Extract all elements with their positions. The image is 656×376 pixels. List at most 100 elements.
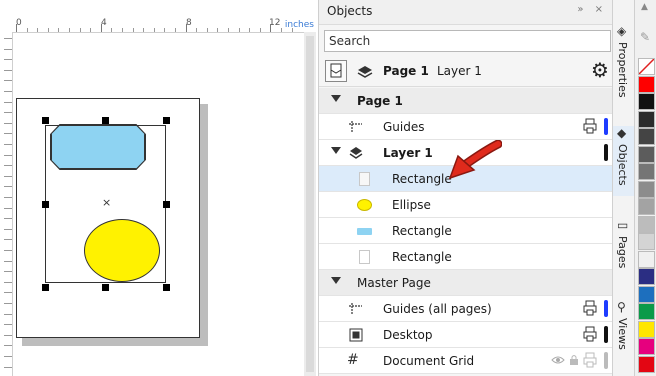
tree-row-layer[interactable]: Guides: [319, 114, 613, 140]
tree-row-page[interactable]: Master Page: [319, 270, 613, 296]
print-icon[interactable]: [583, 300, 597, 316]
ruler-tick: [217, 28, 219, 32]
docker-window-buttons[interactable]: » ×: [577, 4, 607, 15]
color-swatch[interactable]: [638, 58, 655, 75]
layer-color-bar: [604, 144, 608, 161]
ruler-tick: [249, 28, 251, 32]
tab-label: Pages: [616, 236, 629, 269]
canvas-vertical-scrollbar[interactable]: [304, 32, 316, 376]
guides-icon: [349, 303, 362, 315]
eyedropper-icon[interactable]: ✎: [640, 30, 650, 44]
ellipse-thumbnail-icon: [357, 199, 372, 211]
tree-row-layer[interactable]: Guides (all pages): [319, 296, 613, 322]
color-swatch[interactable]: [638, 233, 655, 250]
ruler-tick: [4, 69, 12, 71]
layers-icon: [349, 147, 363, 159]
horizontal-ruler[interactable]: 0 4 8 12 inches: [0, 0, 316, 33]
current-layer-label[interactable]: Layer 1: [437, 64, 482, 78]
color-swatch[interactable]: [638, 198, 655, 215]
layers-icon: [357, 66, 373, 78]
color-swatch[interactable]: [638, 303, 655, 320]
tree-row-label: Rectangle: [392, 172, 452, 186]
color-swatch[interactable]: [638, 93, 655, 110]
print-icon[interactable]: [583, 352, 597, 368]
selection-handle[interactable]: [102, 117, 109, 124]
tree-row-layer[interactable]: Desktop: [319, 322, 613, 348]
gear-icon[interactable]: ⚙: [591, 60, 609, 80]
guides-icon: [349, 121, 362, 133]
collapse-arrow-icon[interactable]: [331, 147, 341, 154]
color-swatch[interactable]: [638, 110, 655, 128]
color-swatch[interactable]: [638, 215, 655, 233]
selection-center-marker[interactable]: ×: [102, 197, 111, 208]
tab-pages[interactable]: ▭ Pages: [613, 218, 635, 278]
page-options-button[interactable]: [325, 60, 347, 82]
ruler-tick: [4, 292, 12, 294]
ruler-tick: [259, 28, 261, 32]
tree-row-page[interactable]: Page 1: [319, 88, 613, 114]
docker-title: Objects: [327, 4, 373, 18]
color-swatch[interactable]: [638, 75, 655, 93]
color-swatch[interactable]: [638, 355, 655, 373]
ruler-tick: [16, 24, 17, 32]
scrollbar-thumb[interactable]: [306, 36, 314, 372]
tree-row-label: Document Grid: [383, 354, 475, 368]
ruler-tick: [4, 59, 12, 61]
tab-objects[interactable]: ◆ Objects: [613, 126, 635, 196]
docker-toolbar: Page 1 Layer 1 ⚙: [319, 58, 613, 87]
selection-handle[interactable]: [102, 284, 109, 291]
layer-color-bar: [604, 326, 608, 343]
ruler-tick: [153, 28, 155, 32]
tree-row-object[interactable]: Ellipse: [319, 192, 613, 218]
color-swatch[interactable]: [638, 320, 655, 338]
ruler-tick: [47, 28, 49, 32]
print-icon[interactable]: [583, 118, 597, 134]
tree-row-label: Rectangle: [392, 224, 452, 238]
ruler-unit: inches: [284, 20, 314, 30]
vertical-ruler[interactable]: [0, 32, 13, 376]
color-swatch[interactable]: [638, 268, 655, 285]
ruler-tick: [206, 28, 208, 32]
selection-handle[interactable]: [163, 117, 170, 124]
ruler-tick: [196, 28, 198, 32]
annotation-arrow-icon: [448, 140, 502, 180]
search-input[interactable]: [324, 30, 611, 52]
selection-handle[interactable]: [42, 201, 49, 208]
color-swatch[interactable]: [638, 180, 655, 198]
tree-row-object[interactable]: Rectangle: [319, 244, 613, 270]
layer-color-bar: [604, 118, 608, 135]
collapse-arrow-icon[interactable]: [331, 277, 341, 284]
selection-handle[interactable]: [42, 284, 49, 291]
palette-expand-icon[interactable]: ▲: [641, 2, 648, 12]
ruler-tick: [90, 28, 92, 32]
ruler-tick: [58, 28, 60, 32]
color-swatch[interactable]: [638, 285, 655, 303]
tab-properties[interactable]: ◈ Properties: [613, 24, 635, 104]
tree-row-object[interactable]: Rectangle: [319, 218, 613, 244]
tree-row-layer[interactable]: # Document Grid: [319, 348, 613, 374]
color-swatch[interactable]: [638, 128, 655, 145]
drawing-canvas[interactable]: 0 4 8 12 inches ×: [0, 0, 316, 376]
color-swatch[interactable]: [638, 145, 655, 163]
ruler-tick: [185, 24, 187, 32]
new-page-icon: [330, 63, 342, 78]
tab-views[interactable]: ⚲ Views: [613, 300, 635, 360]
selection-handle[interactable]: [163, 284, 170, 291]
docker-side-tabs: ◈ Properties ◆ Objects ▭ Pages ⚲ Views: [612, 0, 635, 376]
layers-icon: ◆: [617, 126, 627, 140]
current-page-label[interactable]: Page 1: [383, 64, 429, 78]
color-swatch[interactable]: [638, 250, 655, 268]
color-swatch[interactable]: [638, 163, 655, 180]
selection-handle[interactable]: [163, 201, 170, 208]
print-icon[interactable]: [583, 326, 597, 342]
color-swatch[interactable]: [638, 338, 655, 355]
ruler-tick: [26, 28, 28, 32]
ruler-tick: [4, 133, 12, 135]
tree-row-label: Ellipse: [392, 198, 431, 212]
lock-icon[interactable]: [569, 354, 579, 366]
tree-row-label: Desktop: [383, 328, 433, 342]
selection-handle[interactable]: [42, 117, 49, 124]
eye-icon[interactable]: [551, 355, 565, 365]
object-tree: Page 1 Guides Layer 1 Rectangle Ellipse: [319, 88, 613, 376]
collapse-arrow-icon[interactable]: [331, 95, 341, 102]
